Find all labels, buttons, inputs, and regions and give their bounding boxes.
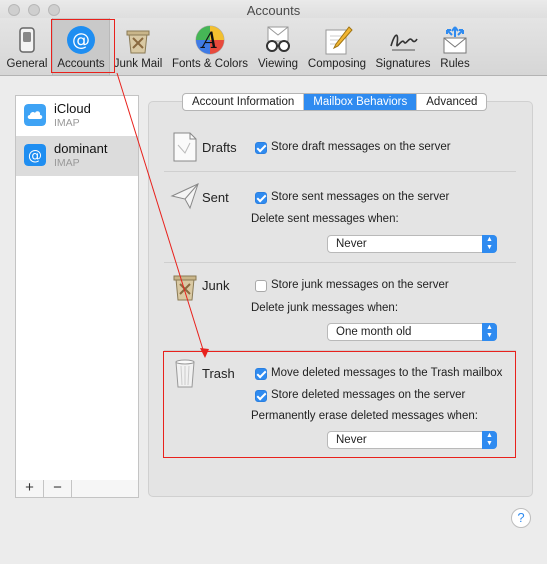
help-button[interactable]: ? xyxy=(511,508,531,528)
annotation-arrow xyxy=(116,72,209,358)
